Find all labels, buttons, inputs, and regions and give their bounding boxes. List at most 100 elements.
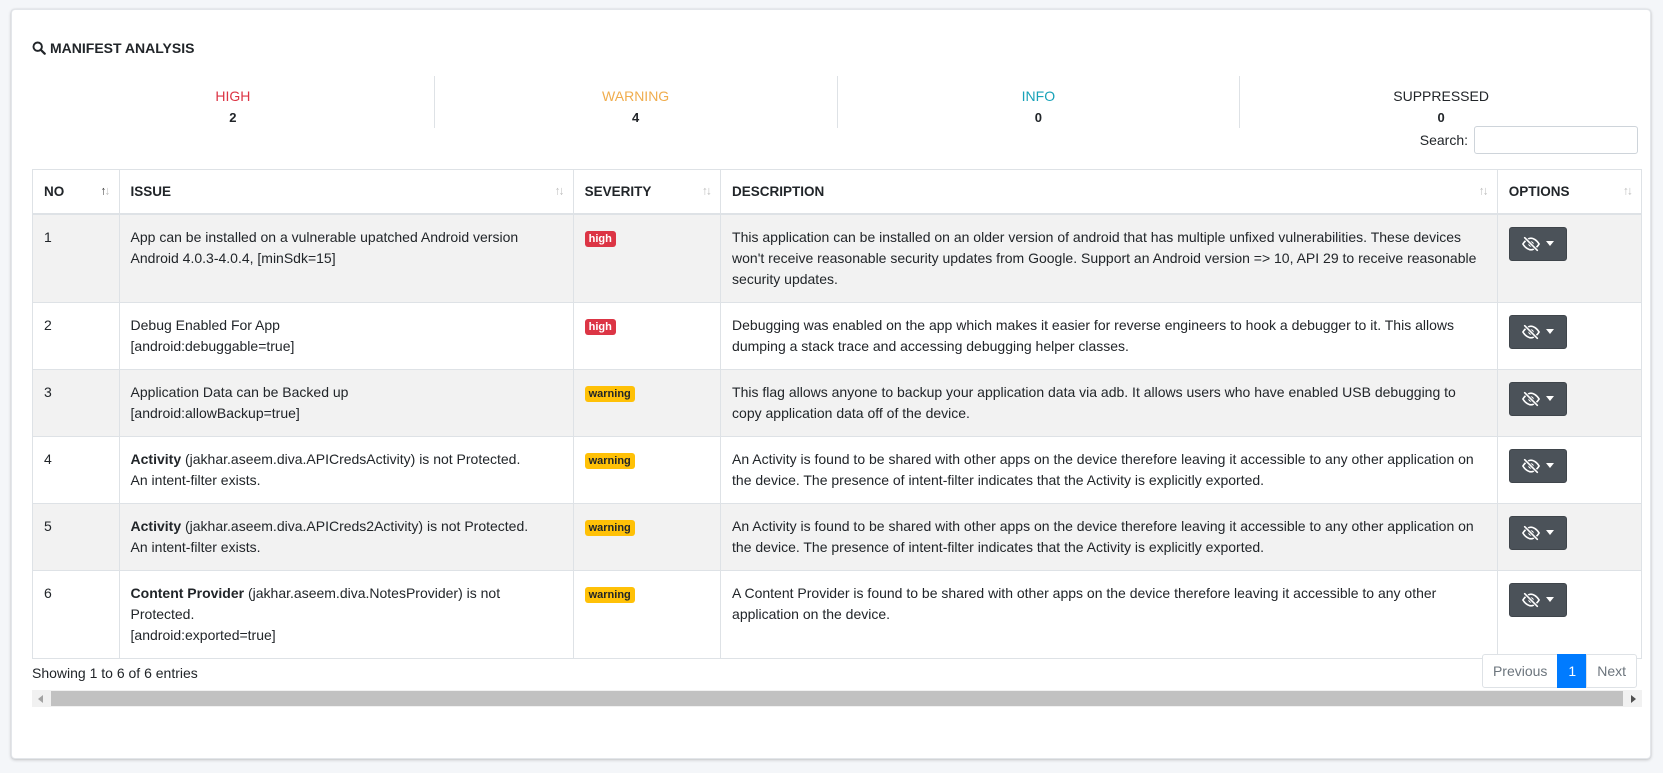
- cell-description: Debugging was enabled on the app which m…: [720, 301, 1498, 370]
- stat-suppressed: SUPPRESSED 0: [1240, 76, 1642, 128]
- search-input[interactable]: [1474, 126, 1638, 154]
- cell-issue: Application Data can be Backed up [androi…: [118, 368, 574, 437]
- table-body: 1 App can be installed on a vulnerable up…: [32, 213, 1643, 659]
- cell-description: An Activity is found to be shared with o…: [720, 435, 1498, 504]
- manifest-table: NO ↑↓ ISSUE ↑↓ SEVERITY ↑↓ DESCRIPTION ↑…: [32, 169, 1643, 659]
- sort-icon: ↑↓: [554, 183, 565, 198]
- section-title: MANIFEST ANALYSIS: [32, 40, 194, 56]
- table-row: 4 Activity (jakhar.aseem.diva.APICredsAct…: [32, 435, 1643, 504]
- table-search: Search:: [1420, 126, 1638, 154]
- cell-options: [1496, 213, 1643, 303]
- severity-badge: warning: [584, 385, 635, 402]
- sort-ascending-icon: ↑↓: [100, 183, 111, 198]
- cell-issue: Debug Enabled For App [android:debuggable…: [118, 301, 574, 370]
- suppress-dropdown-button[interactable]: [1508, 226, 1567, 261]
- eye-slash-icon: [1521, 525, 1540, 540]
- caret-down-icon: [1545, 241, 1554, 246]
- page-1-button[interactable]: 1: [1557, 654, 1588, 688]
- cell-options: [1496, 368, 1643, 437]
- suppress-dropdown-button[interactable]: [1508, 515, 1567, 550]
- cell-no: 1: [32, 213, 120, 303]
- suppress-dropdown-button[interactable]: [1508, 582, 1567, 617]
- search-icon: [32, 41, 46, 55]
- severity-badge: warning: [584, 586, 635, 603]
- issue-type: Activity: [130, 517, 182, 534]
- cell-severity: warning: [572, 368, 722, 437]
- pagination: Previous 1 Next: [1481, 654, 1637, 688]
- suppress-dropdown-button[interactable]: [1508, 314, 1567, 349]
- issue-type: Content Provider: [130, 584, 245, 601]
- caret-down-icon: [1545, 463, 1554, 468]
- section-title-text: MANIFEST ANALYSIS: [50, 40, 195, 56]
- scroll-right-arrow-icon[interactable]: [1625, 690, 1642, 707]
- severity-badge: high: [584, 318, 616, 335]
- issue-detail: An intent-filter exists.: [130, 471, 261, 488]
- cell-no: 2: [32, 301, 120, 370]
- caret-down-icon: [1545, 597, 1554, 602]
- suppress-dropdown-button[interactable]: [1508, 381, 1567, 416]
- issue-text: App can be installed on a vulnerable upa…: [130, 228, 519, 245]
- cell-description: A Content Provider is found to be shared…: [720, 569, 1498, 659]
- severity-badge: warning: [584, 519, 635, 536]
- eye-slash-icon: [1521, 592, 1540, 607]
- issue-text: (jakhar.aseem.diva.APICreds2Activity) is…: [181, 517, 529, 534]
- column-header-options[interactable]: OPTIONS ↑↓: [1496, 169, 1643, 215]
- eye-slash-icon: [1521, 324, 1540, 339]
- cell-description: An Activity is found to be shared with o…: [720, 502, 1498, 571]
- stat-suppressed-label: SUPPRESSED: [1393, 88, 1489, 104]
- table-header-row: NO ↑↓ ISSUE ↑↓ SEVERITY ↑↓ DESCRIPTION ↑…: [32, 169, 1643, 215]
- table-row: 5 Activity (jakhar.aseem.diva.APICreds2Ac…: [32, 502, 1643, 571]
- issue-text: Application Data can be Backed up: [130, 383, 349, 400]
- cell-issue: Content Provider (jakhar.aseem.diva.Note…: [118, 569, 574, 659]
- cell-issue: Activity (jakhar.aseem.diva.APICreds2Act…: [118, 502, 574, 571]
- column-header-no[interactable]: NO ↑↓: [32, 169, 120, 215]
- sort-icon: ↑↓: [702, 183, 712, 198]
- caret-down-icon: [1545, 329, 1554, 334]
- caret-down-icon: [1545, 396, 1554, 401]
- cell-no: 6: [32, 569, 120, 659]
- severity-badge: high: [584, 230, 616, 247]
- stat-warning-count: 4: [632, 110, 640, 125]
- cell-severity: warning: [572, 502, 722, 571]
- table-row: 6 Content Provider (jakhar.aseem.diva.Not…: [32, 569, 1643, 659]
- horizontal-scrollbar[interactable]: [32, 690, 1642, 707]
- cell-severity: high: [572, 213, 722, 303]
- column-header-description[interactable]: DESCRIPTION ↑↓: [720, 169, 1498, 215]
- search-label: Search:: [1419, 132, 1468, 148]
- cell-no: 3: [32, 368, 120, 437]
- cell-no: 4: [32, 435, 120, 504]
- column-header-severity[interactable]: SEVERITY ↑↓: [572, 169, 722, 215]
- stat-high: HIGH 2: [32, 76, 435, 128]
- issue-text: Debug Enabled For App: [130, 316, 280, 333]
- stat-warning: WARNING 4: [435, 76, 838, 128]
- issue-type: Activity: [130, 450, 182, 467]
- next-page-button[interactable]: Next: [1586, 654, 1637, 688]
- cell-options: [1496, 301, 1643, 370]
- eye-slash-icon: [1521, 458, 1540, 473]
- scrollbar-thumb[interactable]: [51, 691, 1623, 706]
- stat-warning-label: WARNING: [602, 88, 670, 104]
- issue-detail: Android 4.0.3-4.0.4, [minSdk=15]: [130, 249, 336, 266]
- stat-high-count: 2: [229, 110, 237, 125]
- severity-summary: HIGH 2 WARNING 4 INFO 0 SUPPRESSED 0: [32, 76, 1642, 128]
- cell-description: This application can be installed on an …: [720, 213, 1498, 303]
- eye-slash-icon: [1521, 391, 1540, 406]
- cell-options: [1496, 502, 1643, 571]
- suppress-dropdown-button[interactable]: [1508, 448, 1567, 483]
- table-info: Showing 1 to 6 of 6 entries: [32, 665, 198, 681]
- cell-no: 5: [32, 502, 120, 571]
- caret-down-icon: [1545, 530, 1554, 535]
- issue-detail: [android:allowBackup=true]: [130, 404, 300, 421]
- cell-issue: Activity (jakhar.aseem.diva.APICredsActi…: [118, 435, 574, 504]
- eye-slash-icon: [1521, 236, 1540, 251]
- previous-page-button[interactable]: Previous: [1481, 654, 1559, 688]
- column-header-issue[interactable]: ISSUE ↑↓: [118, 169, 574, 215]
- issue-text: (jakhar.aseem.diva.APICredsActivity) is …: [181, 450, 521, 467]
- table-row: 1 App can be installed on a vulnerable up…: [32, 213, 1643, 303]
- table-row: 2 Debug Enabled For App [android:debuggabl…: [32, 301, 1643, 370]
- sort-icon: ↑↓: [1623, 183, 1633, 198]
- sort-icon: ↑↓: [1478, 183, 1489, 198]
- issue-detail: [android:exported=true]: [130, 626, 276, 643]
- scroll-left-arrow-icon[interactable]: [32, 690, 49, 707]
- cell-issue: App can be installed on a vulnerable upa…: [118, 213, 574, 303]
